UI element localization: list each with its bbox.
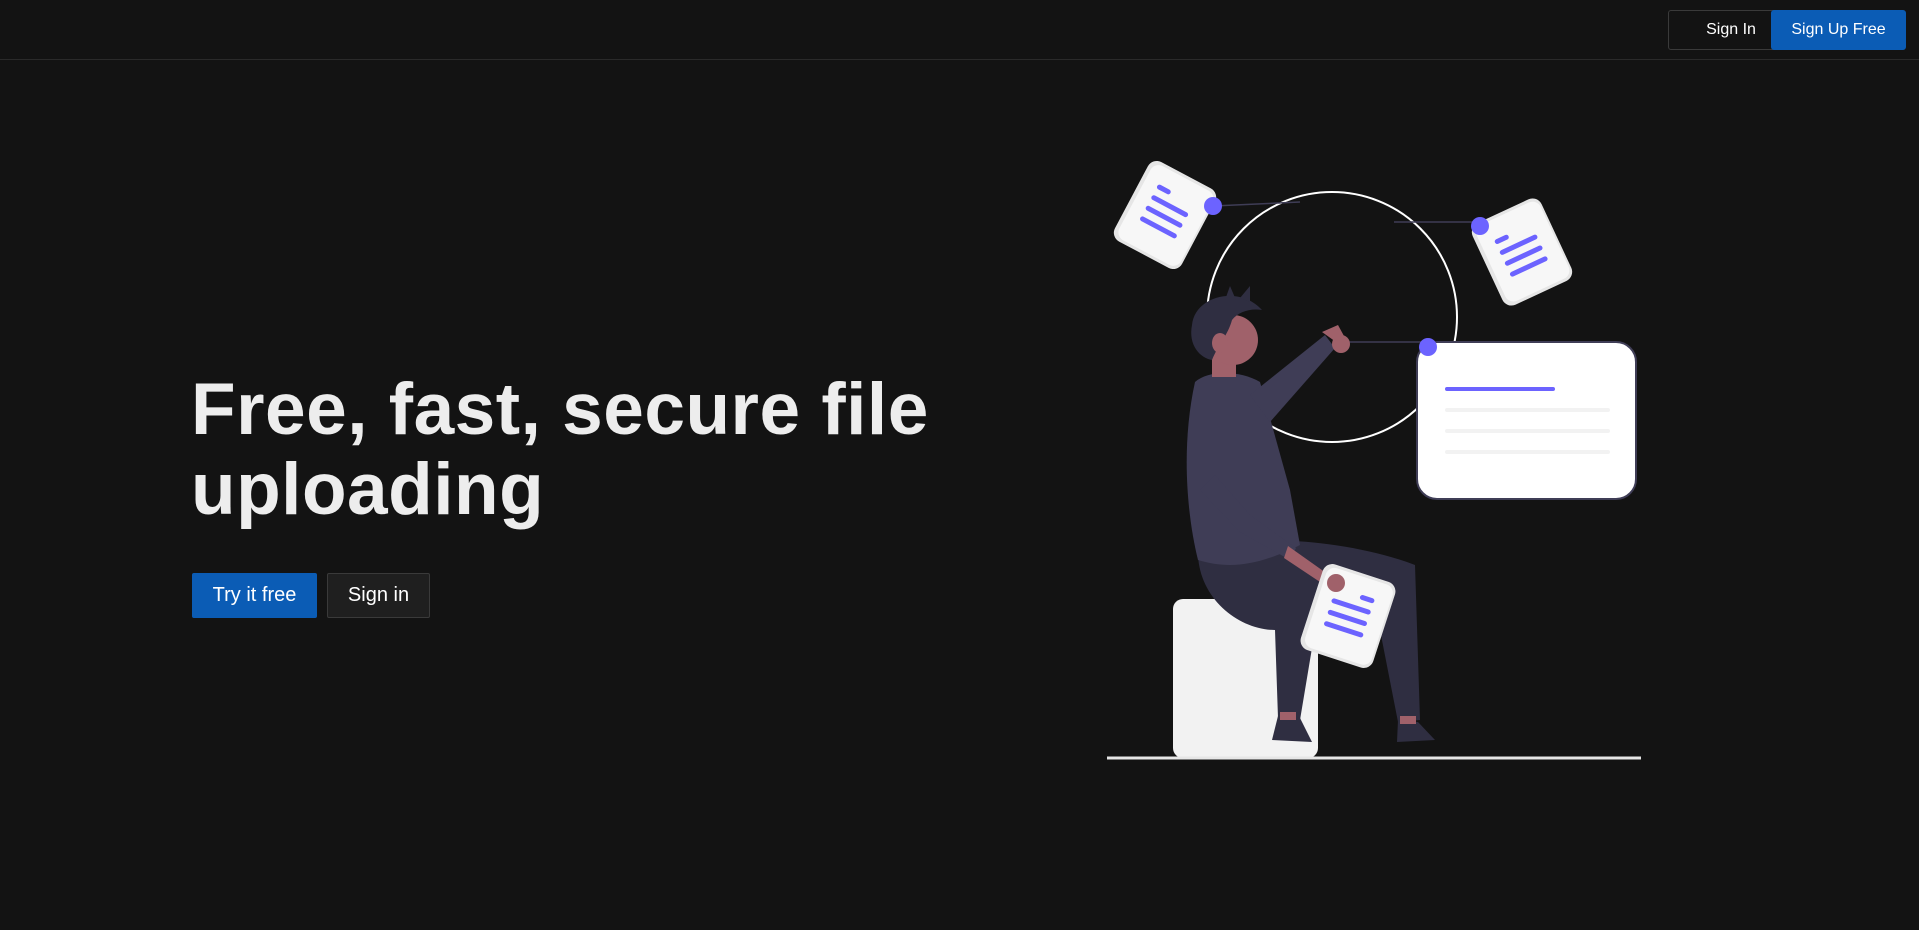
document-icon bbox=[1113, 160, 1217, 270]
file-upload-illustration bbox=[1107, 160, 1641, 760]
connector-dot bbox=[1204, 197, 1222, 215]
connector-dot bbox=[1419, 338, 1437, 356]
nav-sign-up-button[interactable]: Sign Up Free bbox=[1771, 10, 1906, 50]
hand-dot bbox=[1327, 574, 1345, 592]
landing-page: Sign In Sign Up Free Free, fast, secure … bbox=[0, 0, 1919, 930]
try-it-free-button[interactable]: Try it free bbox=[192, 573, 317, 618]
connector-dot bbox=[1471, 217, 1489, 235]
hero-sign-in-button[interactable]: Sign in bbox=[327, 573, 430, 618]
top-nav-bar: Sign In Sign Up Free bbox=[0, 0, 1919, 60]
hero-title: Free, fast, secure file uploading bbox=[191, 369, 929, 530]
document-icon bbox=[1471, 198, 1573, 306]
text-card bbox=[1416, 341, 1637, 500]
connector-line bbox=[1212, 201, 1301, 207]
